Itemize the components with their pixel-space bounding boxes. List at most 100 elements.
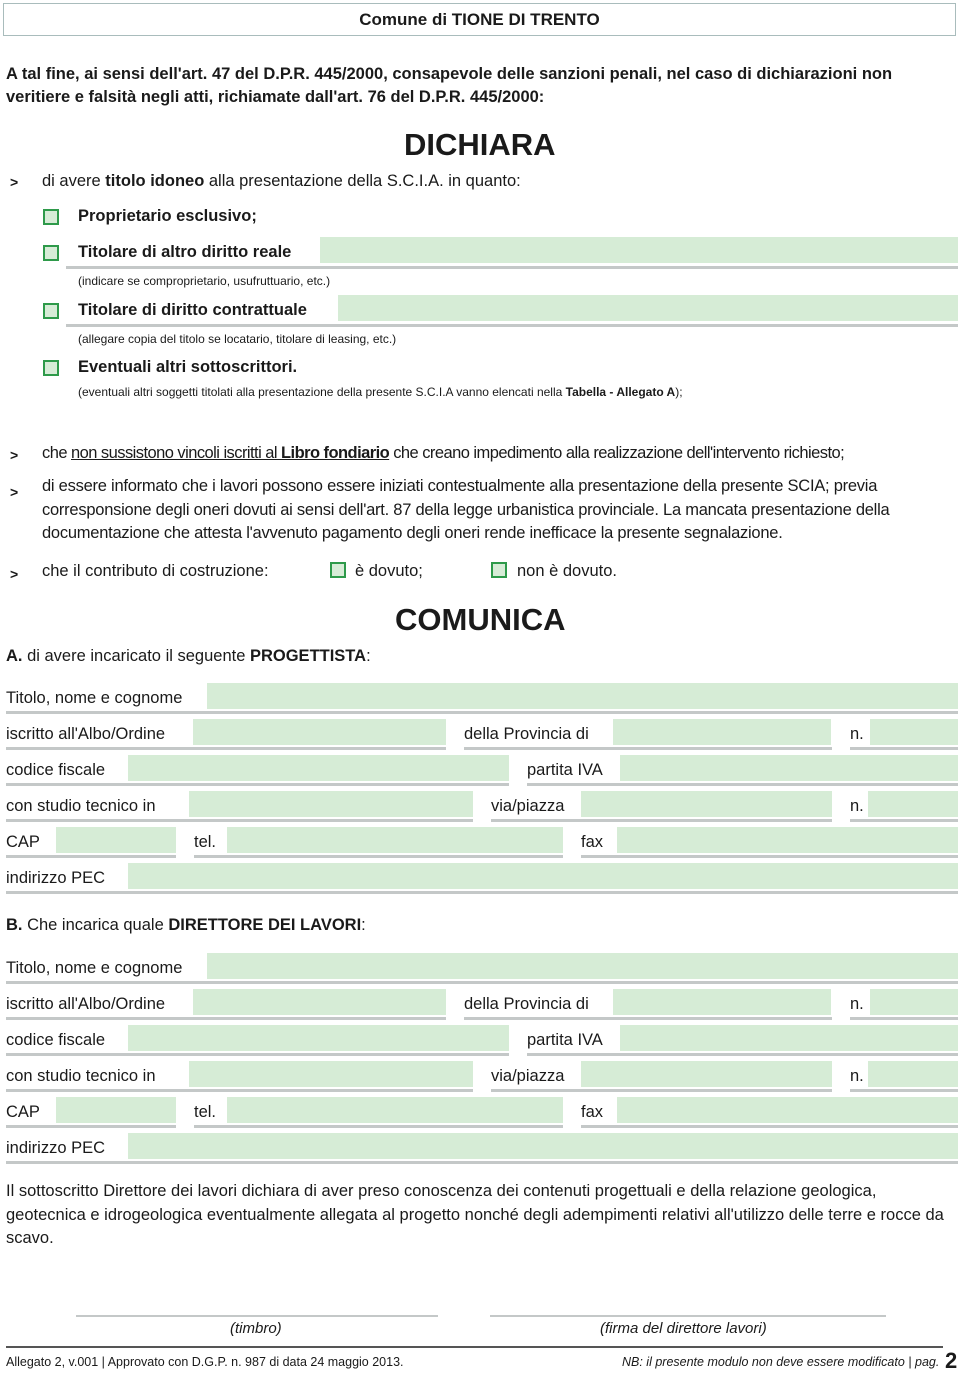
progettista-pec-input[interactable]: [128, 863, 958, 889]
progettista-label-tel: tel.: [194, 833, 217, 851]
direttore-n_albo-input[interactable]: [870, 989, 958, 1015]
field-underline: [491, 1089, 832, 1092]
checkbox-diritto-contrattuale[interactable]: [43, 303, 59, 319]
option-note-altri-sottoscrittori: (eventuali altri soggetti titolati alla …: [78, 385, 683, 399]
progettista-n_civico-input[interactable]: [868, 791, 958, 817]
field-underline: [6, 747, 446, 750]
direttore-tel-input[interactable]: [227, 1097, 563, 1123]
field-underline: [850, 747, 958, 750]
field-underline: [6, 819, 473, 822]
comunica-heading: COMUNICA: [395, 602, 566, 637]
field-underline: [527, 1053, 958, 1056]
divider: [66, 324, 958, 327]
progettista-label-cf: codice fiscale: [6, 761, 106, 779]
option-label-proprietario: Proprietario esclusivo;: [78, 207, 257, 225]
direttore-label-n_civico: n.: [850, 1067, 864, 1085]
checkbox-altri-sottoscrittori[interactable]: [43, 360, 59, 376]
progettista-titolo-input[interactable]: [207, 683, 958, 709]
vincoli-text: che non sussistono vincoli iscritti al L…: [42, 444, 845, 463]
text-segment: alla presentazione della S.C.I.A. in qua…: [204, 172, 521, 190]
text-segment: di avere: [42, 172, 106, 190]
progettista-label-fax: fax: [581, 833, 604, 851]
direttore-fax-input[interactable]: [617, 1097, 958, 1123]
titolo-idoneo-text: di avere titolo idoneo alla presentazion…: [42, 172, 521, 191]
direttore-provincia-input[interactable]: [613, 989, 831, 1015]
firma-label: (firma del direttore lavori): [600, 1320, 767, 1337]
progettista-label-provincia: della Provincia di: [464, 725, 589, 743]
field-underline: [6, 1053, 509, 1056]
progettista-n_albo-input[interactable]: [870, 719, 958, 745]
field-underline: [6, 711, 958, 714]
firma-line[interactable]: [490, 1315, 886, 1317]
direttore-label-cap: CAP: [6, 1103, 40, 1121]
progettista-fax-input[interactable]: [617, 827, 958, 853]
text-segment: Che incarica quale: [22, 916, 169, 934]
text-bold: titolo idoneo: [105, 172, 205, 190]
direttore-via-input[interactable]: [581, 1061, 832, 1087]
progettista-label-piva: partita IVA: [527, 761, 603, 779]
field-underline: [850, 1017, 958, 1020]
text-bold: DIRETTORE DEI LAVORI: [168, 916, 362, 934]
direttore-label-pec: indirizzo PEC: [6, 1139, 106, 1157]
progettista-albo-input[interactable]: [193, 719, 446, 745]
checkbox-altro-diritto-reale[interactable]: [43, 245, 59, 261]
checkbox-dovuto[interactable]: [330, 562, 346, 578]
field-underline: [6, 891, 958, 894]
direttore-declaration: Il sottoscritto Direttore dei lavori dic…: [6, 1182, 944, 1247]
direttore-label-via: via/piazza: [491, 1067, 565, 1085]
direttore-studio-input[interactable]: [189, 1061, 473, 1087]
progettista-cf-input[interactable]: [128, 755, 509, 781]
text-segment: che: [42, 444, 71, 462]
checkbox-non-dovuto[interactable]: [491, 562, 507, 578]
text-underlined: non sussistono vincoli iscritti al: [71, 444, 282, 462]
checkbox-proprietario[interactable]: [43, 209, 59, 225]
bullet-icon: >: [10, 447, 19, 463]
bullet-icon: >: [10, 174, 19, 190]
field-underline: [194, 1125, 563, 1128]
progettista-studio-input[interactable]: [189, 791, 473, 817]
timbro-line[interactable]: [76, 1315, 438, 1317]
field-underline: [464, 747, 832, 750]
field-underline: [6, 1125, 176, 1128]
direttore-cap-input[interactable]: [56, 1097, 176, 1123]
progettista-label-n_civico: n.: [850, 797, 864, 815]
libro-fondiario-text: Libro fondiario: [281, 444, 390, 462]
progettista-label-pec: indirizzo PEC: [6, 869, 106, 887]
field-underline: [194, 855, 563, 858]
direttore-cf-input[interactable]: [128, 1025, 509, 1051]
altro-diritto-reale-input[interactable]: [320, 237, 958, 263]
direttore-pec-input[interactable]: [128, 1133, 958, 1159]
option-label-diritto-contrattuale: Titolare di diritto contrattuale: [78, 301, 307, 319]
text-segment: );: [675, 385, 683, 399]
direttore-piva-input[interactable]: [620, 1025, 958, 1051]
footer-note: NB: il presente modulo non deve essere m…: [622, 1355, 940, 1369]
dovuto-label: è dovuto;: [355, 562, 423, 580]
text-segment: (eventuali altri soggetti titolati alla …: [78, 385, 566, 399]
progettista-provincia-input[interactable]: [613, 719, 831, 745]
progettista-label-titolo: Titolo, nome e cognome: [6, 689, 183, 707]
direttore-label-cf: codice fiscale: [6, 1031, 106, 1049]
field-underline: [6, 855, 176, 858]
progettista-piva-input[interactable]: [620, 755, 958, 781]
progettista-via-input[interactable]: [581, 791, 832, 817]
text-bold: Tabella - Allegato A: [565, 385, 676, 399]
progettista-label-cap: CAP: [6, 833, 40, 851]
section-a-title: A. di avere incaricato il seguente PROGE…: [6, 647, 371, 666]
direttore-albo-input[interactable]: [193, 989, 446, 1015]
timbro-label: (timbro): [230, 1320, 282, 1337]
divider: [66, 266, 958, 269]
direttore-titolo-input[interactable]: [207, 953, 958, 979]
direttore-n_civico-input[interactable]: [868, 1061, 958, 1087]
bullet-icon: >: [10, 566, 19, 582]
progettista-label-via: via/piazza: [491, 797, 565, 815]
direttore-label-albo: iscritto all'Albo/Ordine: [6, 995, 166, 1013]
field-underline: [464, 1017, 832, 1020]
option-note-altro-diritto-reale: (indicare se comproprietario, usufruttua…: [78, 274, 331, 288]
field-underline: [491, 819, 832, 822]
option-label-altri-sottoscrittori: Eventuali altri sottoscrittori.: [78, 358, 298, 376]
progettista-cap-input[interactable]: [56, 827, 176, 853]
progettista-tel-input[interactable]: [227, 827, 563, 853]
section-letter: A.: [6, 647, 23, 665]
direttore-label-fax: fax: [581, 1103, 604, 1121]
diritto-contrattuale-input[interactable]: [338, 295, 958, 321]
